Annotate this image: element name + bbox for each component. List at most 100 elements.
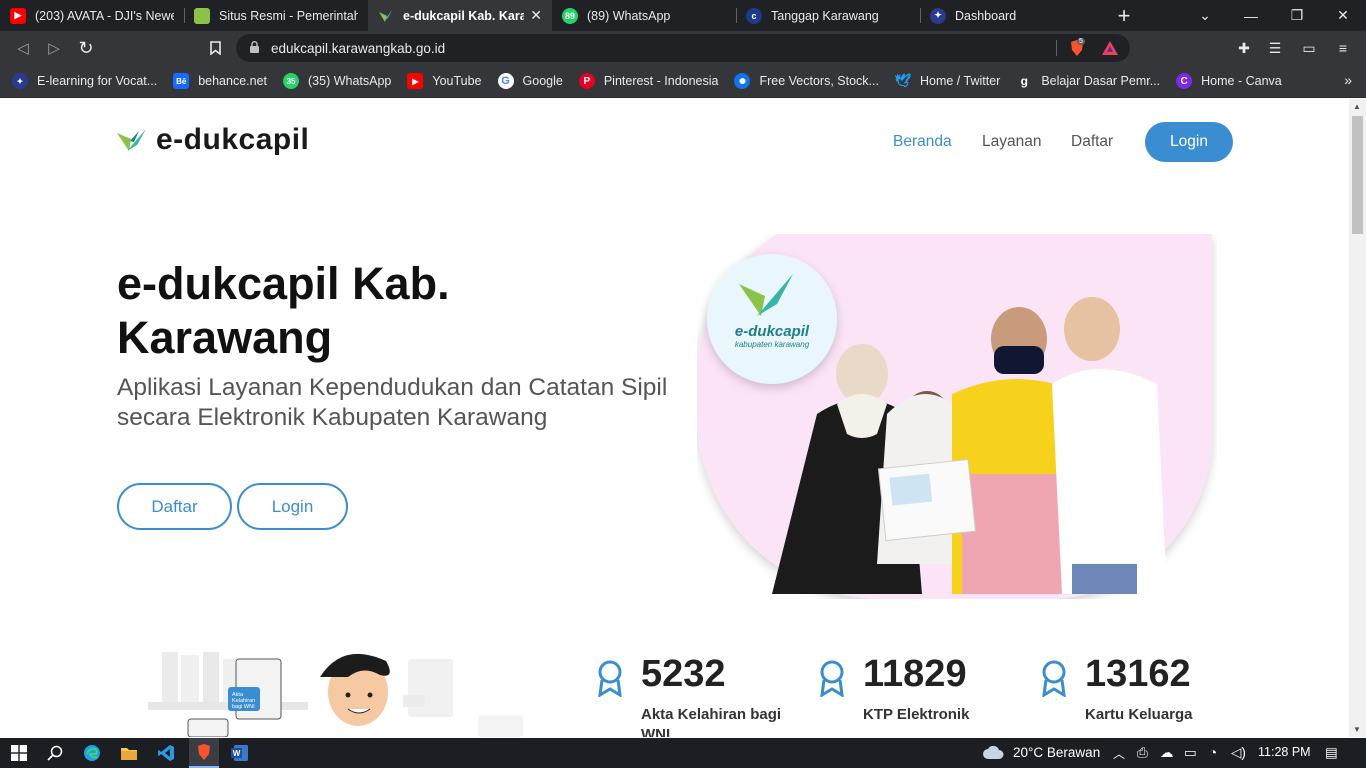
window-controls: ⌄ — ❐ ✕ (1182, 0, 1366, 31)
stat-akta-value: 5232 (641, 653, 726, 695)
onedrive-icon[interactable]: ☁ (1160, 745, 1174, 761)
meet-now-icon[interactable]: ⎙ (1137, 745, 1148, 761)
hero-login-button[interactable]: Login (237, 483, 348, 530)
tanggap-icon: c (746, 7, 762, 24)
search-icon[interactable] (43, 742, 67, 764)
elearning-icon: ✦ (12, 73, 28, 89)
wallet-icon[interactable]: ▭ (1300, 39, 1318, 57)
address-bar[interactable]: edukcapil.karawangkab.go.id 5 (236, 34, 1130, 62)
bookmark-google[interactable]: G Google (497, 73, 563, 89)
new-tab-button[interactable]: + (1104, 0, 1144, 31)
logo-text: e-dukcapil (156, 123, 310, 156)
battery-icon[interactable]: ▭ (1184, 745, 1197, 761)
stat-ktp-value: 11829 (863, 653, 967, 695)
bookmark-twitter[interactable]: 🕊 Home / Twitter (894, 73, 1001, 89)
edukcapil-icon (378, 8, 394, 24)
scroll-up-icon[interactable]: ▲ (1353, 102, 1361, 111)
tab-title: (89) WhatsApp (587, 8, 671, 23)
tab-dashboard[interactable]: ✦ Dashboard (920, 0, 1104, 31)
scrollbar-thumb[interactable] (1352, 116, 1363, 234)
more-bookmarks-icon[interactable]: » (1344, 72, 1352, 88)
bookmark-label: Free Vectors, Stock... (759, 74, 879, 88)
back-icon[interactable]: ◁ (12, 37, 34, 59)
tab-title: e-dukcapil Kab. Karawa (403, 8, 525, 23)
bookmark-pinterest[interactable]: P Pinterest - Indonesia (578, 73, 718, 89)
canva-icon: C (1176, 73, 1193, 89)
menu-icon[interactable]: ≡ (1334, 39, 1352, 57)
file-explorer-icon[interactable] (117, 742, 141, 764)
bookmark-whatsapp[interactable]: 35 (35) WhatsApp (283, 73, 391, 89)
weather-text[interactable]: 20°C Berawan (1013, 745, 1100, 760)
award-icon (820, 660, 844, 697)
bookmark-canva[interactable]: C Home - Canva (1176, 73, 1282, 89)
brave-rewards-icon[interactable] (1101, 39, 1119, 57)
windows-start-icon[interactable] (7, 742, 31, 764)
bookmark-label: Home - Canva (1201, 74, 1282, 88)
tab-search-icon[interactable]: ⌄ (1182, 0, 1228, 31)
badge-title: e-dukcapil (735, 323, 810, 340)
site-logo[interactable]: e-dukcapil (117, 123, 309, 157)
close-tab-icon[interactable]: ✕ (530, 7, 542, 24)
nav-daftar[interactable]: Daftar (1071, 133, 1113, 151)
edge-icon[interactable] (80, 742, 104, 764)
bookmark-label: behance.net (198, 74, 268, 88)
brave-taskbar-icon[interactable] (189, 738, 219, 768)
scroll-down-icon[interactable]: ▼ (1353, 725, 1361, 734)
svg-text:W: W (233, 749, 241, 758)
bookmark-youtube[interactable]: ▶ YouTube (407, 73, 482, 89)
bookmark-label: E-learning for Vocat... (37, 74, 158, 88)
tab-pemerintah-karawang[interactable]: Situs Resmi - Pemerintah Da (184, 0, 368, 31)
tab-title: Dashboard (955, 8, 1017, 23)
award-icon (1042, 660, 1066, 697)
minimize-icon[interactable]: — (1228, 0, 1274, 31)
bookmark-freepik[interactable]: ✺ Free Vectors, Stock... (734, 73, 879, 89)
show-hidden-icons[interactable]: ︿ (1113, 745, 1125, 762)
vscode-icon[interactable] (154, 742, 178, 764)
url-text: edukcapil.karawangkab.go.id (271, 41, 446, 56)
bookmark-behance[interactable]: Bē behance.net (173, 73, 267, 89)
nav-beranda[interactable]: Beranda (893, 133, 952, 151)
close-window-icon[interactable]: ✕ (1320, 0, 1366, 31)
behance-icon: Bē (173, 73, 190, 89)
clock[interactable]: 11:28 PM (1258, 745, 1311, 759)
reload-icon[interactable]: ↻ (75, 37, 97, 59)
media-controls-icon[interactable]: ☰ (1266, 39, 1284, 57)
restore-icon[interactable]: ❐ (1274, 0, 1320, 31)
tab-edukcapil[interactable]: e-dukcapil Kab. Karawa ✕ (368, 0, 552, 31)
tab-whatsapp[interactable]: 89 (89) WhatsApp (552, 0, 736, 31)
bookmark-icon[interactable] (204, 37, 226, 59)
freepik-icon: ✺ (734, 73, 751, 89)
page-scrollbar[interactable]: ▲ ▼ (1349, 99, 1366, 737)
hero-register-button[interactable]: Daftar (117, 483, 232, 530)
bookmark-label: (35) WhatsApp (308, 74, 392, 88)
bookmarks-bar: ✦ E-learning for Vocat... Bē behance.net 3… (0, 65, 1366, 98)
tab-tanggap-karawang[interactable]: c Tanggap Karawang (736, 0, 920, 31)
word-icon[interactable]: W (228, 742, 252, 764)
extensions-icon[interactable]: ✚ (1235, 39, 1253, 57)
weather-icon (982, 744, 1004, 763)
karawang-emblem-icon (194, 7, 210, 24)
stat-kk-value: 13162 (1085, 653, 1191, 695)
wifi-icon[interactable]: ◔ (1209, 745, 1217, 760)
google-icon: G (497, 73, 514, 89)
shields-count: 5 (1077, 38, 1085, 45)
bookmark-elearning[interactable]: ✦ E-learning for Vocat... (12, 73, 157, 89)
notifications-icon[interactable]: ▤ (1325, 745, 1338, 761)
tab-youtube-avata[interactable]: ▶ (203) AVATA - DJI's Newest (0, 0, 184, 31)
bookmark-label: Home / Twitter (919, 74, 1001, 88)
brave-shields-icon[interactable]: 5 (1068, 38, 1086, 57)
volume-icon[interactable]: ◁) (1231, 745, 1246, 761)
nav-layanan[interactable]: Layanan (982, 133, 1041, 151)
tab-strip: ▶ (203) AVATA - DJI's Newest Situs Resmi… (0, 0, 1366, 31)
pinterest-icon: P (578, 73, 595, 89)
forward-icon[interactable]: ▷ (43, 37, 65, 59)
award-icon (598, 660, 622, 697)
youtube-icon: ▶ (407, 73, 424, 89)
bookmark-dicoding[interactable]: g Belajar Dasar Pemr... (1016, 73, 1160, 89)
bookmark-label: Google (522, 74, 563, 88)
dicoding-icon: g (1020, 74, 1029, 88)
omnibox-divider (1056, 40, 1057, 56)
badge-subtitle: kabupaten karawang (735, 340, 810, 349)
nav-login-button[interactable]: Login (1145, 122, 1233, 162)
twitter-icon: 🕊 (894, 73, 912, 88)
